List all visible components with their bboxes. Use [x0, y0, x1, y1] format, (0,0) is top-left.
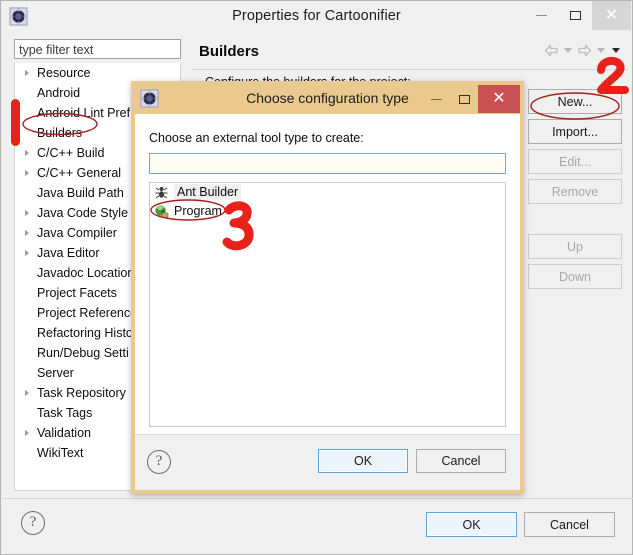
window-close-button[interactable]: ✕	[592, 1, 631, 30]
sidebar-item-label: Java Build Path	[37, 186, 124, 200]
list-item-label: Program	[174, 204, 222, 218]
import-button[interactable]: Import...	[528, 119, 622, 144]
back-arrow-icon[interactable]	[544, 44, 559, 57]
sidebar-item-label: Resource	[37, 66, 91, 80]
dialog-ok-button[interactable]: OK	[318, 449, 408, 473]
forward-arrow-icon[interactable]	[577, 44, 592, 57]
dialog-body: Choose an external tool type to create: …	[135, 114, 520, 490]
chevron-right-icon[interactable]	[25, 170, 29, 176]
sidebar-item-label: Task Tags	[37, 406, 93, 420]
sidebar-item-label: Android Lint Pref	[37, 106, 131, 120]
builders-action-buttons: New... Import... Edit... Remove Up Down	[528, 89, 622, 294]
program-icon	[154, 204, 169, 219]
sidebar-item-label: Validation	[37, 426, 91, 440]
edit-button: Edit...	[528, 149, 622, 174]
close-icon: ✕	[604, 6, 619, 24]
dialog-instruction-label: Choose an external tool type to create:	[149, 131, 364, 145]
ant-icon	[154, 185, 169, 200]
ok-button[interactable]: OK	[426, 512, 517, 537]
minimize-icon	[535, 15, 547, 16]
chevron-right-icon[interactable]	[25, 390, 29, 396]
dialog-footer: ? OK Cancel	[135, 434, 520, 490]
help-icon[interactable]: ?	[147, 450, 171, 474]
sidebar-item-label: Java Compiler	[37, 226, 117, 240]
sidebar-item-label: Server	[37, 366, 74, 380]
chevron-right-icon[interactable]	[25, 210, 29, 216]
sidebar-item-resource[interactable]: Resource	[15, 63, 180, 83]
chevron-right-icon[interactable]	[25, 70, 29, 76]
sidebar-item-label: Run/Debug Setti	[37, 346, 129, 360]
window-titlebar: Properties for Cartoonifier ✕	[1, 1, 632, 32]
view-menu-caret-icon[interactable]	[612, 48, 620, 53]
tool-type-filter-input[interactable]	[149, 153, 506, 174]
window-maximize-button[interactable]	[558, 1, 592, 30]
maximize-icon	[569, 11, 581, 20]
dialog-minimize-button[interactable]	[422, 85, 450, 113]
navigation-history-controls	[544, 44, 622, 57]
maximize-icon	[458, 94, 470, 104]
sidebar-item-label: Project Facets	[37, 286, 117, 300]
window-minimize-button[interactable]	[524, 1, 558, 30]
forward-dropdown-caret-icon[interactable]	[597, 48, 605, 53]
sidebar-item-label: Project Reference	[37, 306, 138, 320]
down-button: Down	[528, 264, 622, 289]
back-dropdown-caret-icon[interactable]	[564, 48, 572, 53]
sidebar-item-label: Builders	[37, 126, 83, 140]
cancel-button[interactable]: Cancel	[524, 512, 615, 537]
tool-type-list[interactable]: Ant Builder Program	[149, 182, 506, 427]
chevron-right-icon[interactable]	[25, 430, 29, 436]
sidebar-item-label: C/C++ Build	[37, 146, 105, 160]
dialog-maximize-button[interactable]	[450, 85, 478, 113]
chevron-right-icon[interactable]	[25, 250, 29, 256]
chevron-right-icon[interactable]	[25, 150, 29, 156]
dialog-cancel-button[interactable]: Cancel	[416, 449, 506, 473]
sidebar-item-label: WikiText	[37, 446, 84, 460]
sidebar-item-label: Javadoc Location	[37, 266, 135, 280]
sidebar-item-label: Refactoring Histo	[37, 326, 133, 340]
sidebar-item-label: Task Repository	[37, 386, 126, 400]
filter-input[interactable]	[14, 39, 181, 59]
minimize-icon	[430, 98, 442, 100]
screenshot-root: Properties for Cartoonifier ✕ Resource An…	[0, 0, 633, 555]
page-title: Builders	[199, 43, 260, 60]
sidebar-item-label: Android	[37, 86, 81, 100]
sidebar-item-label: Java Editor	[37, 246, 100, 260]
dialog-close-button[interactable]: ✕	[478, 85, 520, 113]
sidebar-item-label: Java Code Style	[37, 206, 129, 220]
remove-button: Remove	[528, 179, 622, 204]
chevron-right-icon[interactable]	[25, 230, 29, 236]
up-button: Up	[528, 234, 622, 259]
pane-divider	[191, 69, 628, 70]
close-icon: ✕	[492, 90, 506, 107]
list-item-label: Ant Builder	[174, 184, 242, 200]
choose-configuration-type-dialog: Choose configuration type ✕ Choose an ex…	[131, 81, 524, 494]
sidebar-item-label: C/C++ General	[37, 166, 122, 180]
help-icon[interactable]: ?	[21, 511, 45, 535]
dialog-titlebar: Choose configuration type ✕	[135, 85, 520, 114]
new-button[interactable]: New...	[528, 89, 622, 114]
list-item-program[interactable]: Program	[150, 202, 505, 221]
list-item-ant-builder[interactable]: Ant Builder	[150, 183, 505, 202]
footer-divider	[2, 498, 633, 499]
